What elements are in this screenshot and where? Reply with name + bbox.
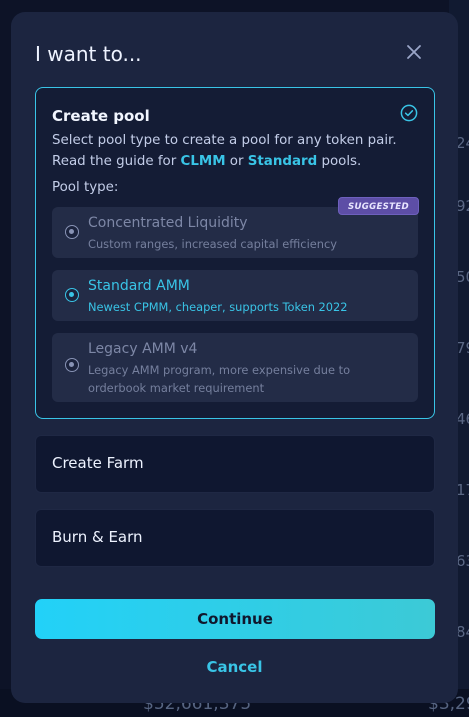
pool-type-label: Pool type: bbox=[52, 180, 119, 195]
option-subtitle: Newest CPMM, cheaper, supports Token 202… bbox=[88, 300, 348, 314]
create-modal: I want to... Create pool Select pool typ… bbox=[11, 12, 458, 703]
suggested-badge: SUGGESTED bbox=[338, 197, 419, 215]
description-text: Read the guide for bbox=[52, 154, 181, 169]
description-text: or bbox=[225, 154, 248, 169]
radio-button[interactable] bbox=[65, 225, 79, 239]
option-name: Concentrated Liquidity bbox=[88, 215, 248, 231]
create-farm-label: Create Farm bbox=[52, 454, 144, 472]
check-circle-icon bbox=[400, 104, 418, 122]
pool-option-concentrated-liquidity[interactable]: Concentrated Liquidity Custom ranges, in… bbox=[52, 197, 419, 258]
option-subtitle: Custom ranges, increased capital efficie… bbox=[88, 237, 337, 251]
option-name: Legacy AMM v4 bbox=[88, 341, 198, 357]
pool-option-standard-amm[interactable]: Standard AMM Newest CPMM, cheaper, suppo… bbox=[52, 270, 418, 321]
burn-earn-label: Burn & Earn bbox=[52, 528, 143, 546]
subtitle-line: Legacy AMM program, more expensive due t… bbox=[88, 363, 351, 377]
modal-title: I want to... bbox=[35, 42, 142, 66]
close-icon[interactable] bbox=[404, 42, 424, 62]
subtitle-line: orderbook market requirement bbox=[88, 381, 265, 395]
radio-button-selected[interactable] bbox=[65, 288, 79, 302]
radio-button[interactable] bbox=[65, 358, 79, 372]
create-farm-option[interactable]: Create Farm bbox=[35, 435, 435, 493]
pool-option-legacy-amm[interactable]: Legacy AMM v4 Legacy AMM program, more e… bbox=[52, 333, 418, 402]
description-line: Select pool type to create a pool for an… bbox=[52, 133, 397, 148]
create-pool-title: Create pool bbox=[52, 107, 150, 125]
continue-button[interactable]: Continue bbox=[35, 599, 435, 639]
option-name: Standard AMM bbox=[88, 278, 190, 294]
description-text: pools. bbox=[317, 154, 362, 169]
option-subtitle: Legacy AMM program, more expensive due t… bbox=[88, 361, 350, 397]
create-pool-description: Select pool type to create a pool for an… bbox=[52, 130, 422, 172]
create-pool-card[interactable]: Create pool Select pool type to create a… bbox=[35, 87, 435, 419]
cancel-button[interactable]: Cancel bbox=[11, 658, 458, 676]
clmm-guide-link[interactable]: CLMM bbox=[181, 154, 226, 169]
standard-guide-link[interactable]: Standard bbox=[248, 154, 317, 169]
burn-earn-option[interactable]: Burn & Earn bbox=[35, 509, 435, 567]
